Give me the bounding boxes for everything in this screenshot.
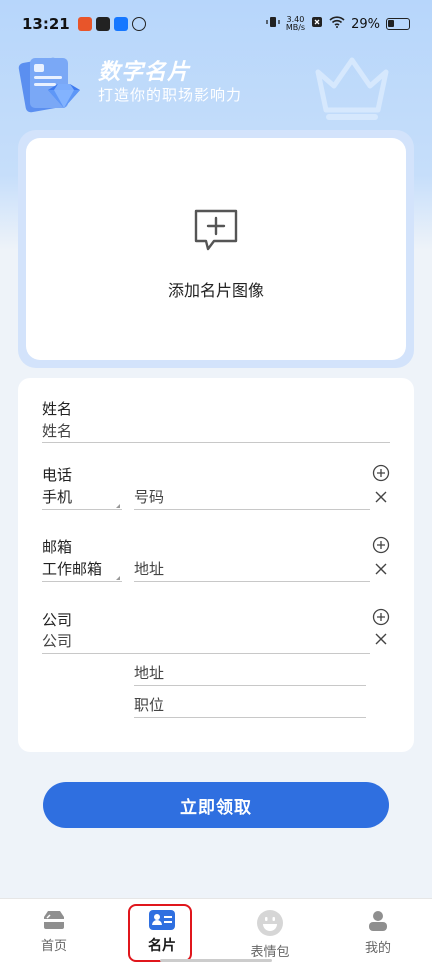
brand-title: 数字名片	[98, 60, 191, 85]
notification-app-icon	[77, 17, 92, 31]
job-position-input[interactable]: 职位	[134, 694, 164, 715]
email-address-input[interactable]: 地址	[134, 558, 164, 579]
nav-label-stickers: 表情包	[250, 945, 290, 960]
alipay-app-icon	[113, 17, 128, 31]
company-underline	[42, 653, 370, 654]
remove-phone-icon[interactable]	[372, 488, 390, 506]
nav-item-home[interactable]: 首页	[0, 899, 108, 964]
add-card-image-button[interactable]: 添加名片图像	[26, 138, 406, 360]
phone-number-input[interactable]: 号码	[134, 486, 164, 507]
email-address-underline	[134, 581, 370, 582]
status-bar: 13:21 3.40 MB/s 29%	[0, 0, 432, 48]
battery-icon	[386, 18, 410, 30]
add-phone-icon[interactable]	[372, 464, 390, 482]
crown-decoration-icon	[315, 57, 389, 120]
nav-label-mine: 我的	[364, 941, 391, 956]
nav-label-home: 首页	[40, 939, 67, 954]
brand-header: 数字名片 打造你的职场影响力	[18, 48, 414, 138]
add-email-icon[interactable]	[372, 536, 390, 554]
sim-icon	[311, 16, 323, 32]
add-company-icon[interactable]	[372, 608, 390, 626]
name-input[interactable]: 姓名	[42, 420, 72, 441]
phone-type-select[interactable]: 手机	[42, 486, 72, 507]
upload-card: 添加名片图像	[18, 130, 414, 368]
company-address-underline	[134, 685, 366, 686]
speed-unit: MB/s	[285, 23, 306, 32]
nav-item-mine[interactable]: 我的	[324, 899, 432, 964]
nav-label-card: 名片	[148, 938, 176, 954]
person-icon	[369, 911, 387, 931]
add-card-image-label: 添加名片图像	[167, 281, 264, 300]
nav-item-stickers[interactable]: 表情包	[216, 899, 324, 964]
name-underline	[42, 442, 390, 443]
wifi-icon	[329, 16, 345, 32]
bottom-nav: 首页 名片 表情包 我的	[0, 898, 432, 964]
email-label: 邮箱	[42, 538, 73, 556]
phone-type-underline	[42, 509, 122, 510]
remove-company-icon[interactable]	[372, 630, 390, 648]
vibrate-icon	[266, 15, 280, 33]
nav-item-card[interactable]: 名片	[108, 899, 216, 964]
add-comment-icon	[194, 209, 238, 251]
home-icon	[44, 911, 64, 929]
remove-email-icon[interactable]	[372, 560, 390, 578]
job-position-underline	[134, 717, 366, 718]
claim-now-button[interactable]: 立即领取	[43, 782, 389, 828]
phone-type-dropdown-icon	[116, 504, 120, 508]
email-type-select[interactable]: 工作邮箱	[42, 558, 102, 579]
home-indicator	[160, 959, 272, 962]
play-app-icon	[95, 17, 110, 31]
brand-subtitle: 打造你的职场影响力	[98, 86, 243, 104]
company-input[interactable]: 公司	[42, 630, 72, 651]
company-address-input[interactable]: 地址	[134, 662, 164, 683]
contact-form: 姓名 姓名 电话 手机 号码 邮箱 工作邮箱 地址 公司 公司 地址 职位	[18, 378, 414, 752]
card-logo-icon	[18, 57, 80, 113]
status-indicators: 3.40 MB/s 29%	[266, 15, 410, 33]
email-type-dropdown-icon	[116, 576, 120, 580]
phone-number-underline	[134, 509, 370, 510]
smiley-icon	[257, 910, 283, 936]
phone-label: 电话	[42, 466, 73, 484]
status-time: 13:21	[22, 15, 70, 33]
company-label: 公司	[42, 611, 73, 629]
sync-app-icon	[131, 17, 146, 31]
name-label: 姓名	[42, 400, 73, 418]
card-icon	[149, 910, 175, 930]
network-speed: 3.40 MB/s	[286, 16, 305, 32]
email-type-underline	[42, 581, 122, 582]
battery-percent: 29%	[351, 16, 380, 32]
